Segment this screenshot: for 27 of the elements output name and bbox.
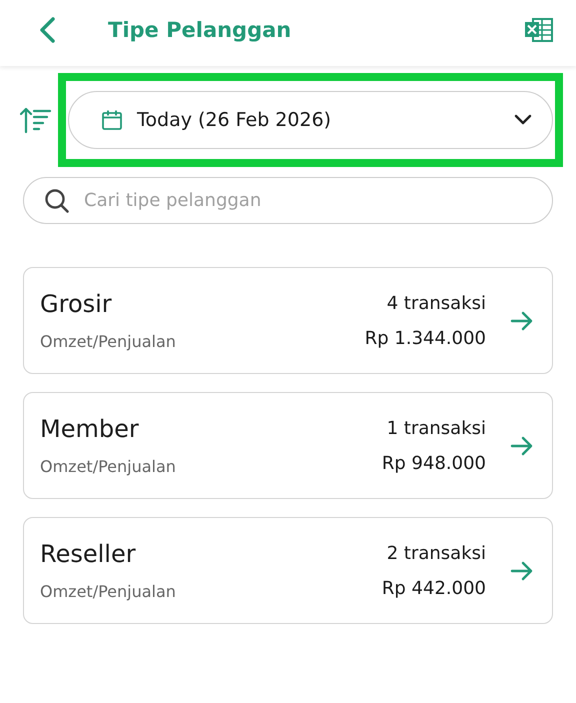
customer-type-name: Reseller	[40, 540, 137, 568]
spreadsheet-icon[interactable]	[524, 17, 554, 43]
customer-type-name: Grosir	[40, 290, 113, 318]
search-icon	[44, 188, 70, 214]
transaction-count: 4 transaksi	[386, 292, 486, 314]
transaction-count: 2 transaksi	[386, 542, 486, 564]
customer-type-card[interactable]: Member Omzet/Penjualan 1 transaksi Rp 948.000	[23, 392, 553, 499]
date-dropdown[interactable]: Today (26 Feb 2026)	[68, 91, 553, 149]
arrow-right-icon	[510, 560, 534, 580]
arrow-right-icon	[510, 310, 534, 330]
sort-icon[interactable]	[20, 106, 52, 134]
transaction-count: 1 transaksi	[386, 418, 486, 438]
customer-type-card[interactable]: Reseller Omzet/Penjualan 2 transaksi Rp 442.000	[23, 517, 553, 624]
calendar-icon	[101, 109, 123, 131]
revenue-label: Omzet/Penjualan	[40, 457, 177, 476]
page-title: Tipe Pelanggan	[108, 18, 292, 42]
arrow-right-icon	[510, 436, 534, 456]
revenue-amount: Rp 442.000	[382, 578, 486, 598]
revenue-amount: Rp 1.344.000	[364, 328, 486, 348]
revenue-label: Omzet/Penjualan	[40, 332, 177, 351]
revenue-amount: Rp 948.000	[382, 452, 486, 474]
customer-type-card[interactable]: Grosir Omzet/Penjualan 4 transaksi Rp 1.344.000	[23, 267, 553, 374]
revenue-label: Omzet/Penjualan	[40, 582, 177, 601]
search-field[interactable]: Cari tipe pelanggan	[23, 177, 553, 224]
customer-type-name: Member	[40, 415, 140, 443]
chevron-down-icon	[514, 114, 532, 126]
back-icon[interactable]	[38, 16, 56, 44]
